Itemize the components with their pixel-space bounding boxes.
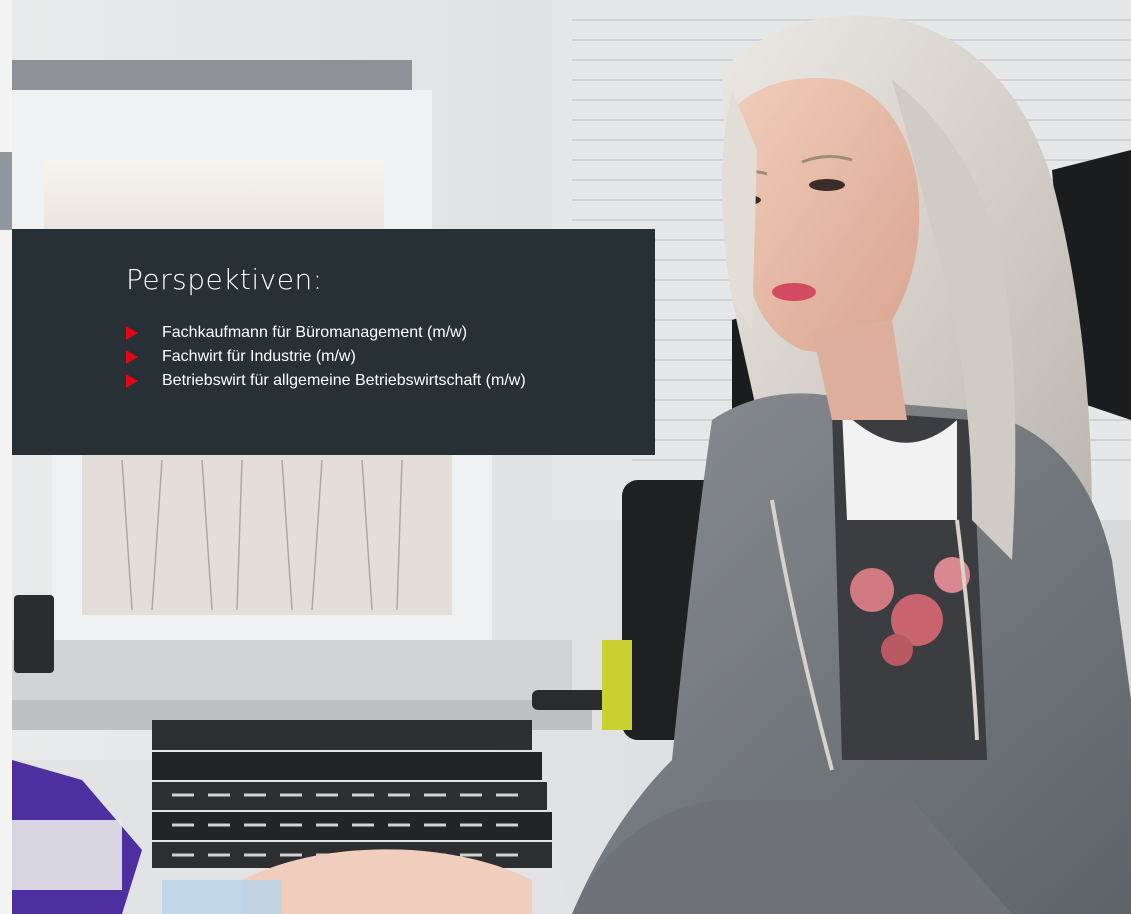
- list-item: Fachkaufmann für Büromanagement (m/w): [126, 321, 655, 345]
- perspectives-box: Perspektiven: Fachkaufmann für Büromanag…: [12, 229, 655, 455]
- list-item-label: Fachkaufmann für Büromanagement (m/w): [162, 324, 468, 341]
- list-item-label: Fachwirt für Industrie (m/w): [162, 348, 356, 365]
- page-margin-tab: [0, 152, 12, 230]
- office-photo: [12, 0, 1131, 914]
- perspectives-list: Fachkaufmann für Büromanagement (m/w) Fa…: [126, 321, 655, 393]
- brochure-page: Perspektiven: Fachkaufmann für Büromanag…: [0, 0, 1131, 914]
- red-triangle-bullet-icon: [126, 374, 138, 388]
- list-item-label: Betriebswirt für allgemeine Betriebswirt…: [162, 372, 526, 389]
- perspectives-title: Perspektiven:: [126, 263, 323, 296]
- office-photo-illustration: [12, 0, 1131, 914]
- list-item: Fachwirt für Industrie (m/w): [126, 345, 655, 369]
- red-triangle-bullet-icon: [126, 326, 138, 340]
- red-triangle-bullet-icon: [126, 350, 138, 364]
- list-item: Betriebswirt für allgemeine Betriebswirt…: [126, 369, 655, 393]
- page-margin: [0, 0, 12, 914]
